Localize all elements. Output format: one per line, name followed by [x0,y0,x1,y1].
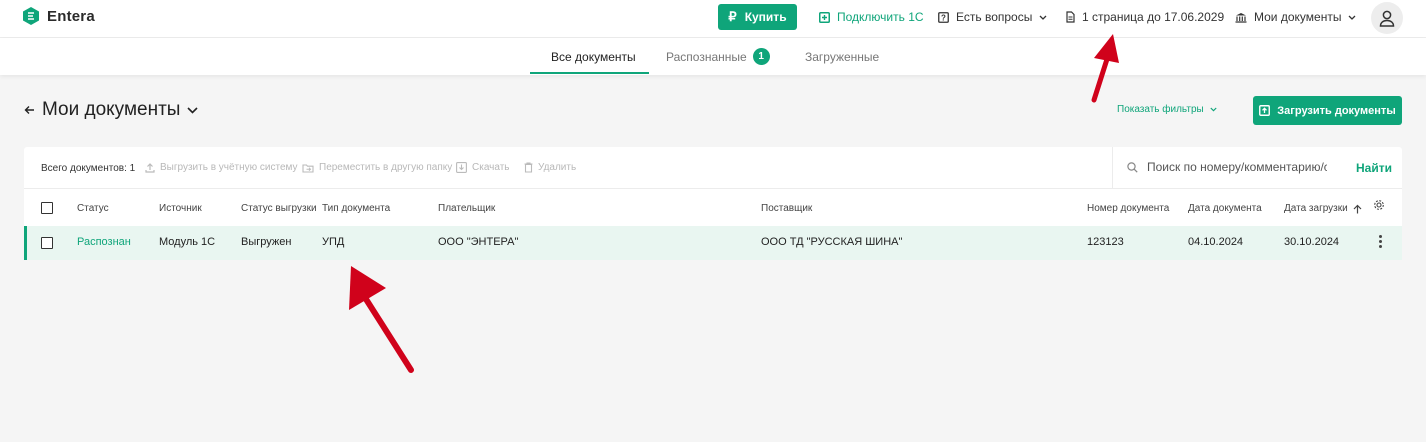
tab-all-documents[interactable]: Все документы [551,50,636,64]
docs-menu-label: Мои документы [1254,10,1342,24]
table-header: Статус Источник Статус выгрузки Тип доку… [24,189,1402,226]
trash-icon [524,162,533,173]
delete-label: Удалить [538,162,577,173]
upload-documents-button[interactable]: Загрузить документы [1253,96,1402,125]
move-folder-icon [302,163,314,173]
column-header-doc-date[interactable]: Дата документа [1188,203,1262,214]
column-header-export-status[interactable]: Статус выгрузки [241,203,317,214]
my-documents-menu[interactable]: Мои документы [1235,10,1356,24]
arrow-left-icon[interactable] [24,105,35,115]
export-label: Выгрузить в учётную систему [160,162,298,173]
export-button[interactable]: Выгрузить в учётную систему [145,162,298,173]
app-name: Entera [47,7,95,25]
select-all-checkbox[interactable] [41,202,53,214]
tab-uploaded[interactable]: Загруженные [805,50,879,64]
page-title-text: Мои документы [42,99,181,120]
column-header-upload-date[interactable]: Дата загрузки [1284,203,1362,214]
move-folder-button[interactable]: Переместить в другую папку [302,162,452,173]
questions-menu[interactable]: ? Есть вопросы [938,10,1047,24]
tab-recognized[interactable]: Распознанные 1 [666,48,770,65]
page-title: Мои документы [24,99,199,121]
tab-label: Распознанные [666,49,747,64]
cell-doc-type: УПД [322,236,345,248]
download-label: Скачать [472,162,510,173]
chevron-down-icon [1348,15,1356,20]
show-filters-label: Показать фильтры [1117,104,1204,115]
tab-label: Все документы [551,50,636,64]
column-header-source[interactable]: Источник [159,203,202,214]
upload-icon [1259,105,1271,116]
gear-icon[interactable] [1373,199,1385,211]
show-filters-button[interactable]: Показать фильтры [1117,104,1217,115]
cell-payer: ООО "ЭНТЕРА" [438,236,519,248]
tabs-bar: Все документы Распознанные 1 Загруженные [0,38,1426,75]
chevron-down-icon[interactable] [187,106,199,114]
download-button[interactable]: Скачать [456,162,510,173]
column-header-doc-type[interactable]: Тип документа [322,203,390,214]
plan-label: 1 страница до 17.06.2029 [1082,10,1225,24]
add-box-icon [819,11,830,23]
top-bar: Entera ₽ Купить Подключить 1С ? Есть воп… [0,0,1426,38]
search-icon [1127,162,1138,173]
count-badge: 1 [752,48,770,65]
table-toolbar: Всего документов: 1 Выгрузить в учётную … [24,147,1402,189]
connect-1c-label: Подключить 1С [837,10,924,24]
ruble-icon: ₽ [728,9,737,24]
move-label: Переместить в другую папку [319,162,453,173]
documents-total: Всего документов: 1 [41,163,136,174]
cell-export-status: Выгружен [241,236,292,248]
help-icon: ? [938,11,949,23]
cell-upload-date: 30.10.2024 [1284,236,1340,248]
chevron-down-icon [1210,107,1217,112]
row-checkbox[interactable] [41,237,53,249]
connect-1c-button[interactable]: Подключить 1С [819,10,924,24]
cell-doc-date: 04.10.2024 [1188,236,1244,248]
tab-label: Загруженные [805,50,880,64]
cell-supplier: ООО ТД "РУССКАЯ ШИНА" [761,236,903,248]
cell-source: Модуль 1С [159,236,216,248]
active-tab-indicator [530,72,649,74]
buy-button[interactable]: ₽ Купить [718,4,797,30]
delete-button[interactable]: Удалить [524,162,576,173]
cell-doc-number: 123123 [1087,236,1124,248]
column-header-status[interactable]: Статус [77,203,109,214]
column-header-doc-number[interactable]: Номер документа [1087,203,1169,214]
download-icon [456,162,467,173]
sort-ascending-icon [1353,204,1362,213]
column-header-payer[interactable]: Плательщик [438,203,495,214]
chevron-down-icon [1039,15,1047,20]
search-button[interactable]: Найти [1356,161,1392,175]
cell-status: Распознан [77,236,131,248]
column-header-label: Дата загрузки [1284,203,1348,214]
questions-label: Есть вопросы [956,10,1033,24]
entera-logo-icon [23,7,39,25]
logo[interactable]: Entera [23,7,95,25]
annotation-arrow-bottom [349,266,414,373]
bank-icon [1235,12,1247,23]
column-header-supplier[interactable]: Поставщик [761,203,812,214]
documents-table-card: Всего документов: 1 Выгрузить в учётную … [24,147,1402,260]
plan-info[interactable]: 1 страница до 17.06.2029 [1066,10,1224,24]
search-area: Найти [1112,147,1402,189]
row-menu-icon[interactable] [1379,235,1383,248]
user-icon [1379,10,1395,27]
svg-text:?: ? [941,13,946,22]
user-avatar-button[interactable] [1371,2,1403,34]
search-input[interactable] [1147,160,1327,174]
upload-icon [145,162,155,173]
document-icon [1066,11,1075,23]
buy-button-label: Купить [744,10,787,24]
table-row[interactable]: Распознан Модуль 1С Выгружен УПД ООО "ЭН… [24,226,1402,260]
upload-documents-label: Загрузить документы [1277,104,1396,117]
